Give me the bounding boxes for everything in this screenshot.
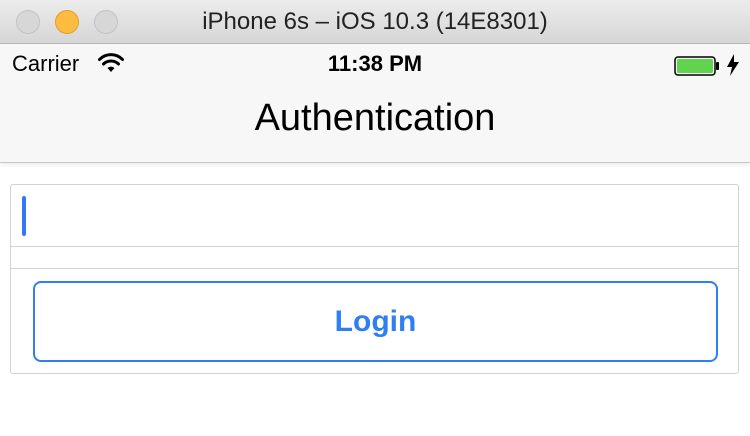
text-cursor [22, 196, 26, 236]
username-field[interactable] [11, 185, 738, 247]
bolt-icon [727, 54, 739, 76]
status-time: 11:38 PM [327, 51, 423, 76]
status-bar: Carrier 11:38 PM [0, 44, 750, 84]
battery-icon [674, 56, 719, 76]
nav-title: Authentication [254, 97, 496, 139]
password-field[interactable] [11, 247, 738, 269]
login-form: Login [10, 184, 739, 374]
navigation-bar: Authentication [0, 84, 750, 163]
login-button[interactable]: Login [33, 281, 718, 362]
window-titlebar: iPhone 6s – iOS 10.3 (14E8301) [0, 0, 750, 44]
window-title: iPhone 6s – iOS 10.3 (14E8301) [202, 8, 548, 35]
